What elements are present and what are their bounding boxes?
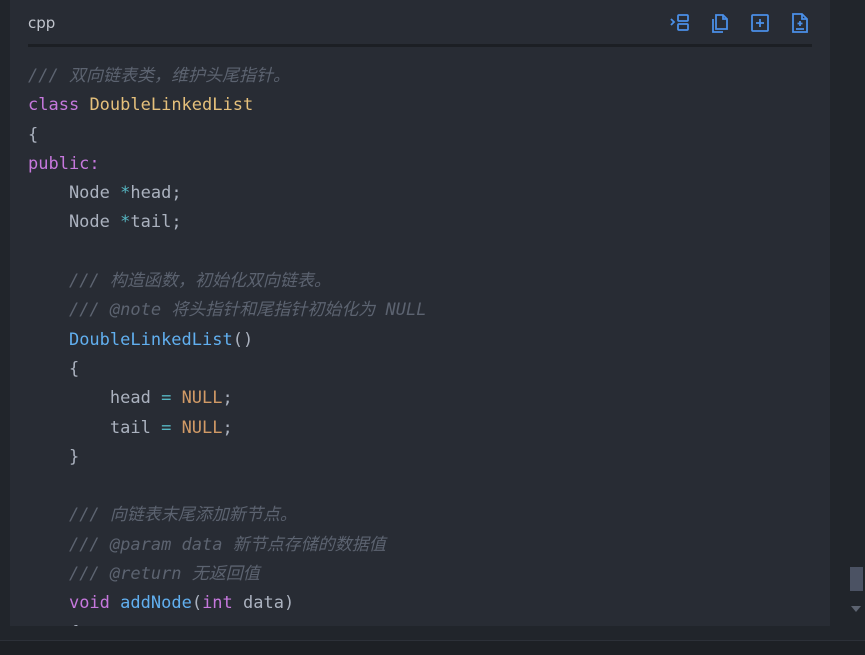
code-line: DoubleLinkedList() xyxy=(28,326,820,355)
code-token: /// 双向链表类，维护头尾指针。 xyxy=(28,66,290,86)
code-token: int xyxy=(202,593,233,614)
insert-icon[interactable] xyxy=(748,12,772,34)
new-file-icon[interactable] xyxy=(788,12,812,34)
code-token: * xyxy=(120,183,131,204)
code-block: cpp /// 双向链表类，维护头尾指针。 class DoubleLinked… xyxy=(10,0,830,626)
code-token: { xyxy=(28,623,79,626)
code-token: () xyxy=(232,329,254,350)
code-line: /// @note 将头指针和尾指针初始化为 NULL xyxy=(28,296,820,325)
code-line: Node *head; xyxy=(28,179,820,208)
code-line: { xyxy=(28,121,820,150)
code-token: /// 向链表末尾添加新节点。 xyxy=(68,505,297,526)
scroll-down-arrow[interactable] xyxy=(851,606,861,612)
code-line: void addNode(int data) xyxy=(28,589,820,618)
code-token: head; xyxy=(130,183,182,204)
vertical-scrollbar[interactable] xyxy=(848,0,865,640)
code-token: DoubleLinkedList xyxy=(89,95,254,116)
code-token: DoubleLinkedList xyxy=(68,329,233,350)
code-line: class DoubleLinkedList xyxy=(28,91,820,120)
code-token: NULL xyxy=(181,388,223,409)
code-token: public: xyxy=(28,153,100,174)
header-divider xyxy=(28,44,812,47)
code-line: /// @return 无返回值 xyxy=(28,560,820,589)
code-token: /// @note 将头指针和尾指针初始化为 NULL xyxy=(68,300,427,321)
indent-icon[interactable] xyxy=(668,12,692,34)
scrollbar-thumb[interactable] xyxy=(850,567,863,591)
code-line: } xyxy=(28,443,820,472)
code-token: head xyxy=(28,388,162,409)
code-token: { xyxy=(28,124,39,145)
code-line: /// 向链表末尾添加新节点。 xyxy=(28,501,820,530)
code-line: public: xyxy=(28,150,820,179)
code-token: } xyxy=(28,446,80,467)
code-line: { xyxy=(28,355,820,384)
code-token: NULL xyxy=(181,417,223,438)
code-token: addNode xyxy=(120,593,192,614)
code-token: ( xyxy=(191,593,203,614)
code-token: /// @return 无返回值 xyxy=(68,564,260,585)
code-token: = xyxy=(161,388,172,409)
code-line: /// @param data 新节点存储的数据值 xyxy=(28,531,820,560)
code-token: void xyxy=(68,593,110,614)
code-content[interactable]: /// 双向链表类，维护头尾指针。 class DoubleLinkedList {… xyxy=(28,62,820,626)
bottom-bar xyxy=(0,640,865,655)
code-token: Node xyxy=(28,183,121,204)
code-token: tail xyxy=(28,417,162,438)
code-line: /// 构造函数，初始化双向链表。 xyxy=(28,267,820,296)
language-label: cpp xyxy=(28,14,56,32)
code-token: data) xyxy=(232,593,295,614)
code-token: { xyxy=(28,358,80,379)
code-block-header: cpp xyxy=(10,0,830,46)
copy-icon[interactable] xyxy=(708,12,732,34)
code-token: ; xyxy=(222,388,233,409)
code-token: = xyxy=(161,417,172,438)
code-token: tail; xyxy=(130,212,182,233)
code-token: /// 构造函数，初始化双向链表。 xyxy=(68,271,331,292)
code-line: { xyxy=(28,619,820,626)
code-toolbar xyxy=(668,12,812,34)
code-line: /// 双向链表类，维护头尾指针。 xyxy=(28,62,820,91)
code-token: /// @param data 新节点存储的数据值 xyxy=(68,534,386,555)
code-token: ; xyxy=(222,417,233,438)
code-token: * xyxy=(120,212,131,233)
code-line: head = NULL; xyxy=(28,384,820,413)
code-line: Node *tail; xyxy=(28,208,820,237)
code-token: class xyxy=(28,95,80,116)
code-line: tail = NULL; xyxy=(28,414,820,443)
code-token: Node xyxy=(28,212,121,233)
